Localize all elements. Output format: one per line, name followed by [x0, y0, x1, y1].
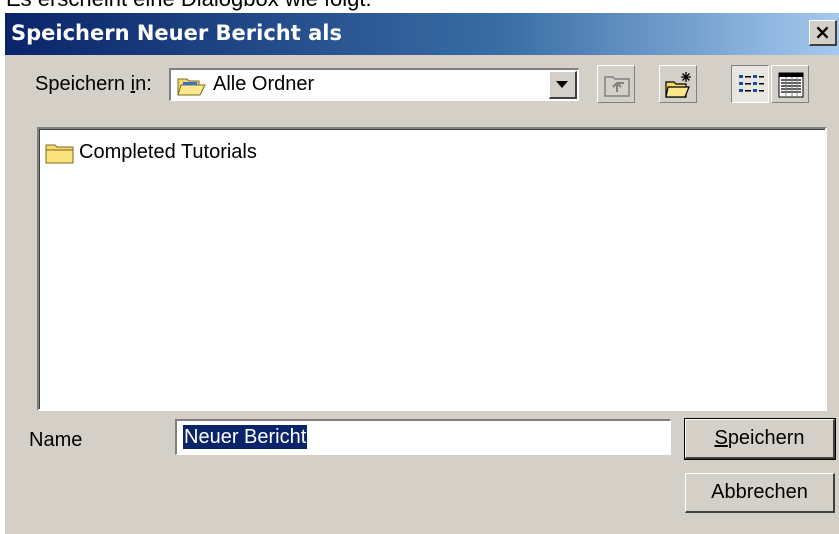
- details-view-button[interactable]: [771, 65, 809, 103]
- save-in-label-prefix: Speichern: [35, 73, 131, 95]
- dropdown-arrow-button[interactable]: [549, 71, 577, 99]
- details-view-icon: [778, 72, 804, 98]
- folder-icon: [45, 144, 74, 164]
- up-one-level-button[interactable]: [597, 65, 635, 103]
- save-in-label: Speichern in:: [35, 73, 152, 96]
- list-view-icon: [739, 75, 764, 92]
- up-one-level-icon: [604, 76, 630, 97]
- file-list[interactable]: Completed Tutorials: [37, 127, 827, 411]
- close-button[interactable]: ×: [809, 20, 837, 46]
- save-button-hotkey: S: [714, 427, 728, 449]
- save-button[interactable]: Speichern: [684, 418, 836, 460]
- save-in-label-suffix: n:: [135, 73, 152, 95]
- title-bar[interactable]: Speichern Neuer Bericht als ×: [5, 13, 839, 55]
- page-caption: Es erscheint eine Dialogbox wie folgt:: [6, 0, 372, 12]
- chevron-down-icon: [556, 81, 568, 88]
- name-input-value: Neuer Bericht: [183, 425, 308, 449]
- open-folder-icon: [177, 75, 207, 102]
- cancel-button[interactable]: Abbrechen: [685, 473, 835, 513]
- save-in-dropdown[interactable]: Alle Ordner: [169, 68, 579, 101]
- list-item-label: Completed Tutorials: [79, 141, 257, 163]
- dialog-title: Speichern Neuer Bericht als: [11, 21, 342, 45]
- name-input[interactable]: Neuer Bericht: [175, 419, 671, 455]
- list-view-button[interactable]: [731, 65, 769, 103]
- close-icon: ×: [814, 20, 831, 44]
- save-in-value: Alle Ordner: [213, 73, 315, 95]
- save-as-dialog: Speichern Neuer Bericht als × Speichern …: [4, 12, 839, 534]
- new-folder-button[interactable]: [659, 65, 697, 103]
- save-button-label: peichern: [727, 427, 805, 449]
- name-label: Name: [29, 429, 83, 451]
- create-new-folder-icon: [665, 72, 691, 98]
